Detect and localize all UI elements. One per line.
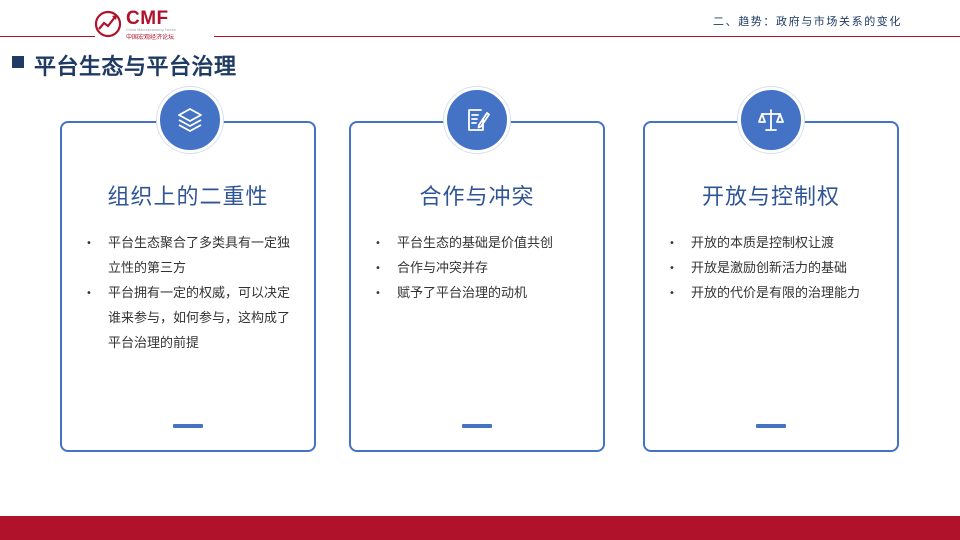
layers-icon xyxy=(178,108,202,132)
card-organizational-duality: 组织上的二重性 平台生态聚合了多类具有一定独立性的第三方 平台拥有一定的权威，可… xyxy=(60,121,316,452)
logo-text: CMF xyxy=(126,8,169,29)
card-accent-bar xyxy=(462,424,492,428)
list-item: 平台生态聚合了多类具有一定独立性的第三方 xyxy=(86,231,300,281)
scales-icon xyxy=(758,109,784,131)
scales-icon-badge xyxy=(738,87,804,153)
document-edit-icon-badge xyxy=(444,87,510,153)
header-divider-left xyxy=(0,36,95,37)
section-label: 二、趋势：政府与市场关系的变化 xyxy=(713,15,902,28)
card-openness-control: 开放与控制权 开放的本质是控制权让渡 开放是激励创新活力的基础 开放的代价是有限… xyxy=(643,121,899,452)
list-item: 平台拥有一定的权威，可以决定谁来参与，如何参与，这构成了平台治理的前提 xyxy=(86,281,300,356)
list-item: 开放的本质是控制权让渡 xyxy=(669,231,883,256)
list-item: 开放是激励创新活力的基础 xyxy=(669,256,883,281)
list-item: 开放的代价是有限的治理能力 xyxy=(669,281,883,306)
list-item: 平台生态的基础是价值共创 xyxy=(375,231,589,256)
card-accent-bar xyxy=(173,424,203,428)
page-title: 平台生态与平台治理 xyxy=(34,55,237,80)
card-bullet-list: 开放的本质是控制权让渡 开放是激励创新活力的基础 开放的代价是有限的治理能力 xyxy=(669,231,883,306)
card-title: 组织上的二重性 xyxy=(107,185,269,210)
cmf-logo-mark-icon xyxy=(94,10,122,38)
card-bullet-list: 平台生态的基础是价值共创 合作与冲突并存 赋予了平台治理的动机 xyxy=(375,231,589,306)
card-title: 合作与冲突 xyxy=(419,185,535,210)
card-bullet-list: 平台生态聚合了多类具有一定独立性的第三方 平台拥有一定的权威，可以决定谁来参与，… xyxy=(86,231,300,356)
layers-icon-badge xyxy=(157,87,223,153)
cmf-logo: CMF China Macroeconomy Forum 中国宏观经济论坛 xyxy=(94,8,204,41)
card-cooperation-conflict: 合作与冲突 平台生态的基础是价值共创 合作与冲突并存 赋予了平台治理的动机 xyxy=(349,121,605,452)
header-divider-right xyxy=(214,36,960,37)
list-item: 合作与冲突并存 xyxy=(375,256,589,281)
card-title: 开放与控制权 xyxy=(701,185,840,210)
card-accent-bar xyxy=(756,424,786,428)
title-marker xyxy=(12,56,24,68)
logo-subtitle-cn: 中国宏观经济论坛 xyxy=(126,34,175,41)
document-edit-icon xyxy=(468,109,490,131)
list-item: 赋予了平台治理的动机 xyxy=(375,281,589,306)
footer-bar xyxy=(0,516,960,540)
